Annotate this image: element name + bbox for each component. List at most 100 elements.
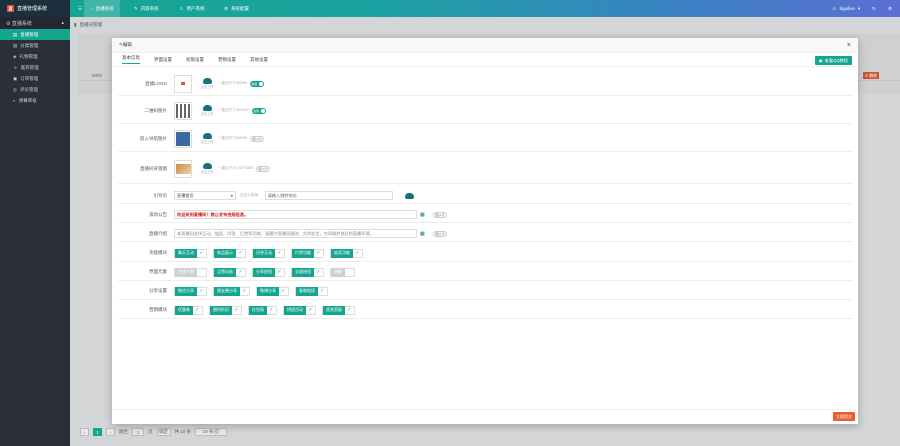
logo-switch[interactable]: 启用 xyxy=(250,80,265,87)
check-icon: ✓ xyxy=(316,250,321,256)
nav-image-switch[interactable]: 关闭 xyxy=(250,135,265,142)
menu-toggle-icon[interactable]: ☰ xyxy=(72,0,84,17)
check-icon: ✓ xyxy=(277,269,282,275)
background-switch[interactable]: 关闭 xyxy=(256,165,271,172)
logo-row: 直播LOGO 点击上传 * 建议尺寸200*60 启用 xyxy=(118,72,853,96)
app-logo[interactable]: 直 直播管理系统 xyxy=(0,0,70,17)
tab-basic[interactable]: 基本信息 xyxy=(122,55,140,64)
logo-thumbnail[interactable] xyxy=(174,74,192,93)
modal-tabs: 基本信息 界面设置 权限设置 营销设置 其他设置 ▣ 查看QQ教程 xyxy=(112,53,858,67)
feature-checkbox[interactable]: 复制链接 ✓ xyxy=(295,286,328,296)
topnav-tab-user[interactable]: ☺ 用户系统 xyxy=(173,0,211,17)
function-row: 功能模块 聊天互动 ✓ 商品展示 ✓ 问答互动 ✓ 打赏功能 ✓ 抽奖功能 ✓ xyxy=(118,245,853,262)
user-icon: ☺ xyxy=(179,6,184,11)
background-upload-button[interactable]: 点击上传 xyxy=(197,163,217,174)
sidebar-item-comment[interactable]: ◎ 评论管理 xyxy=(0,84,70,95)
topnav-tab-live[interactable]: ⌂ 直播系统 xyxy=(84,0,120,17)
check-icon: ✓ xyxy=(238,250,243,256)
qrcode-thumbnail[interactable] xyxy=(174,101,192,120)
page-jump-input[interactable]: 1 xyxy=(132,428,144,436)
user-icon: ☺ xyxy=(832,6,837,11)
tab-ui[interactable]: 界面设置 xyxy=(154,57,172,63)
comment-icon: ◎ xyxy=(13,86,17,92)
feature-checkbox[interactable]: 拼团活动 ✓ xyxy=(283,305,316,315)
nav-image-thumbnail[interactable] xyxy=(174,129,192,148)
next-page-button[interactable]: › xyxy=(106,428,115,436)
check-icon: ✓ xyxy=(199,288,204,294)
settings-icon[interactable]: ⚙ xyxy=(882,0,898,17)
sidebar-item-gift[interactable]: ◈ 礼物管理 xyxy=(0,51,70,62)
feature-checkbox[interactable]: 分享按钮 ✓ xyxy=(252,267,285,277)
desc-input[interactable]: 本直播间支持互动、抽奖、问答、打赏等功能，请遵守直播间规则，文明发言，共同维护良… xyxy=(174,229,417,238)
check-icon: ✓ xyxy=(199,250,204,256)
chevron-up-icon: ▴ xyxy=(61,20,64,26)
guide-select[interactable]: 直播首页 ▾ xyxy=(174,191,236,200)
feature-checkbox[interactable]: 全屏按钮 ✓ xyxy=(291,267,324,277)
feature-checkbox[interactable]: 点赞动画 ✓ xyxy=(213,267,246,277)
check-icon: ✓ xyxy=(281,288,286,294)
function-row: 分享设置 微信分享 ✓ 朋友圈分享 ✓ 微博分享 ✓ 复制链接 ✓ xyxy=(118,283,853,300)
background-row: 直播间背景图 点击上传 * 建议尺寸1920*1080 关闭 xyxy=(118,154,853,184)
feature-checkbox[interactable]: 打赏功能 ✓ xyxy=(291,248,324,258)
sidebar-item-danmaku[interactable]: ◐ 弹幕审核 xyxy=(0,95,70,106)
feature-checkbox[interactable]: 问答互动 ✓ xyxy=(252,248,285,258)
user-menu[interactable]: ☺ bigolive ▾ xyxy=(826,0,866,17)
sidebar-group-header[interactable]: ⚙ 直播系统 ▴ xyxy=(0,17,70,29)
custom-menu-input[interactable]: 请输入跳转地址 xyxy=(264,191,393,200)
app-title: 直播管理系统 xyxy=(17,6,48,12)
close-icon[interactable]: × xyxy=(847,42,851,49)
feature-checkbox[interactable]: 微博分享 ✓ xyxy=(256,286,289,296)
qrcode-switch[interactable]: 启用 xyxy=(252,107,267,114)
notice-input[interactable]: 欢迎来到直播间！禁止发布违规信息。 xyxy=(174,210,417,219)
check-icon: ✓ xyxy=(347,307,352,313)
sidebar-item-live[interactable]: ▤ 直播管理 xyxy=(0,29,70,40)
tab-other[interactable]: 其他设置 xyxy=(250,57,268,63)
prev-page-button[interactable]: ‹ xyxy=(80,428,89,436)
tab-marketing[interactable]: 营销设置 xyxy=(218,57,236,63)
page-confirm-button[interactable]: 确定 xyxy=(156,428,171,436)
page-1-button[interactable]: 1 xyxy=(93,428,102,436)
feature-checkbox[interactable]: 红包雨 ✓ xyxy=(248,305,277,315)
feature-checkbox[interactable]: 抽奖功能 ✓ xyxy=(330,248,363,258)
color-picker-icon[interactable]: ▦ xyxy=(420,212,425,218)
feature-checkbox[interactable]: 聊天互动 ✓ xyxy=(174,248,207,258)
sidebar-item-order[interactable]: ▣ 订单管理 xyxy=(0,73,70,84)
check-icon: ✓ xyxy=(242,288,247,294)
logo-icon: 直 xyxy=(7,5,14,12)
tutorial-button[interactable]: ▣ 查看QQ教程 xyxy=(814,56,852,65)
notice-switch[interactable]: 关闭 xyxy=(432,211,447,218)
feature-checkbox[interactable]: 在线人数 xyxy=(174,267,207,277)
feature-checkbox[interactable]: 朋友圈分享 ✓ xyxy=(213,286,250,296)
feature-checkbox[interactable]: 签到奖励 ✓ xyxy=(322,305,355,315)
pagination: ‹ 1 › 跳至 1 页 确定 共 10 条 10 条/页 xyxy=(80,428,228,436)
bg-delete-button[interactable]: ✕ 删除 xyxy=(863,72,879,79)
qrcode-upload-button[interactable]: 点击上传 xyxy=(197,105,217,116)
feature-checkbox[interactable]: 弹幕 xyxy=(330,267,355,277)
cloud-upload-icon xyxy=(202,78,212,84)
color-picker-icon[interactable]: ▦ xyxy=(420,231,425,237)
logo-upload-button[interactable]: 点击上传 xyxy=(197,78,217,89)
feature-checkbox[interactable]: 微信分享 ✓ xyxy=(174,286,207,296)
topnav-tab-config[interactable]: ⚙ 系统配置 xyxy=(218,0,255,17)
nav-image-upload-button[interactable]: 点击上传 xyxy=(197,133,217,144)
sidebar-item-category[interactable]: ▤ 分类管理 xyxy=(0,40,70,51)
feature-checkbox[interactable]: 商品展示 ✓ xyxy=(213,248,246,258)
feature-checkbox[interactable]: 限时折扣 ✓ xyxy=(209,305,242,315)
modal-header: ✎编辑 × xyxy=(112,38,858,53)
gear-icon: ⚙ xyxy=(6,20,11,27)
tab-permission[interactable]: 权限设置 xyxy=(186,57,204,63)
sidebar-item-guest[interactable]: ☺ 嘉宾管理 xyxy=(0,62,70,73)
cloud-upload-icon[interactable] xyxy=(404,192,414,199)
desc-switch[interactable]: 关闭 xyxy=(432,230,447,237)
check-icon: ✓ xyxy=(269,307,274,313)
refresh-icon[interactable]: ↻ xyxy=(866,0,882,17)
topnav-tab-content[interactable]: ✎ 内容系统 xyxy=(128,0,165,17)
feature-checkbox[interactable]: 优惠券 ✓ xyxy=(174,305,203,315)
check-icon: ✓ xyxy=(238,269,243,275)
check-icon: ✓ xyxy=(355,250,360,256)
background-thumbnail[interactable] xyxy=(174,159,192,178)
function-row: 营销模块 优惠券 ✓ 限时折扣 ✓ 红包雨 ✓ 拼团活动 ✓ 签到奖励 ✓ xyxy=(118,302,853,319)
page-size-select[interactable]: 10 条/页 xyxy=(195,428,228,436)
submit-button[interactable]: 立即提交 xyxy=(833,412,855,421)
desc-row: 直播介绍 本直播间支持互动、抽奖、问答、打赏等功能，请遵守直播间规则，文明发言，… xyxy=(118,226,853,242)
